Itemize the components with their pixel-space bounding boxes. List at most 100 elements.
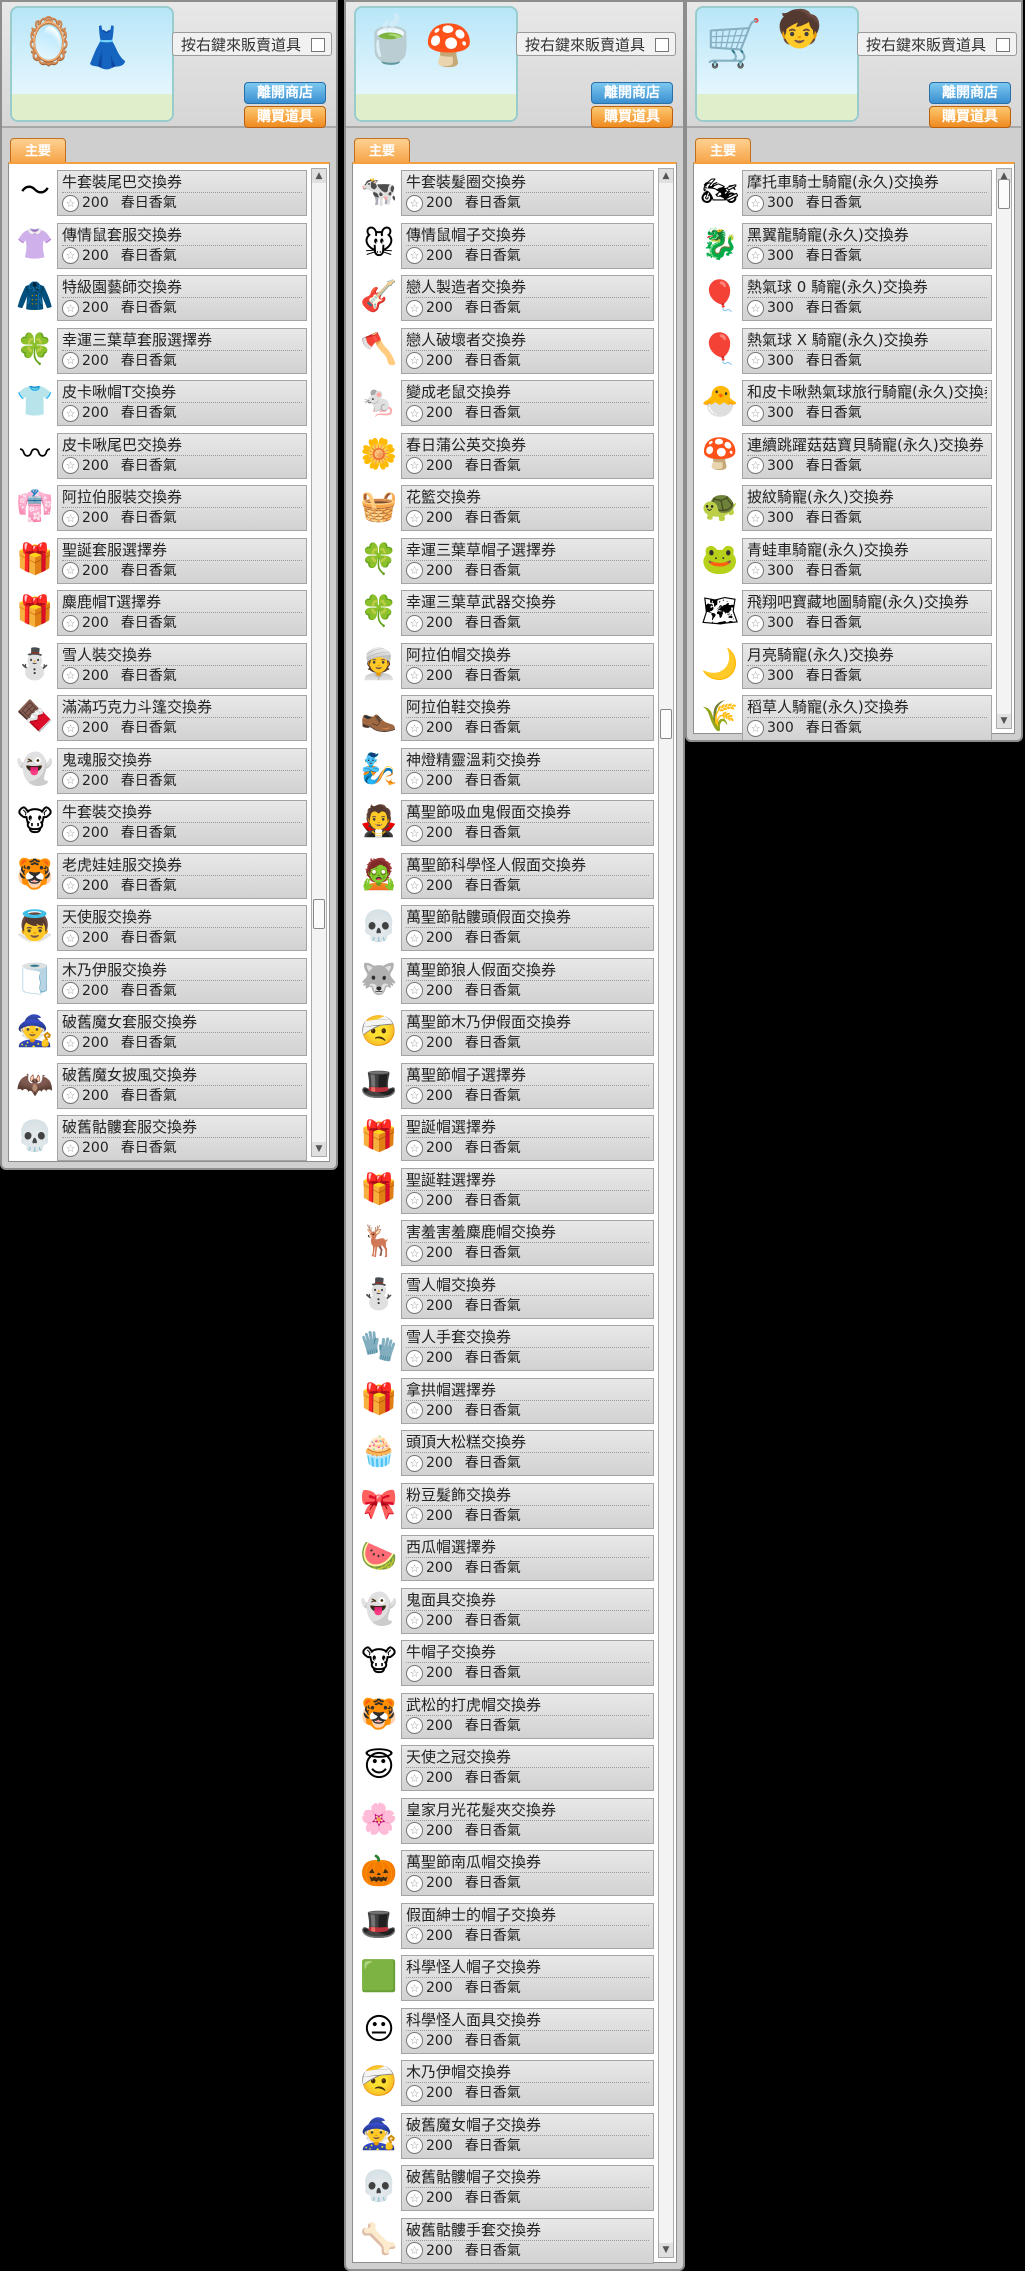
list-item[interactable]: 👻 鬼魂服交換券 ☆ 200 春日香氣 <box>13 746 307 794</box>
list-item[interactable]: 🐁 變成老鼠交換券 ☆ 200 春日香氣 <box>357 378 654 426</box>
list-item[interactable]: 🧺 花籃交換券 ☆ 200 春日香氣 <box>357 483 654 531</box>
list-item[interactable]: 🐢 披紋騎寵(永久)交換券 ☆ 300 春日香氣 <box>698 483 992 531</box>
list-item[interactable]: 🍀 幸運三葉草武器交換券 ☆ 200 春日香氣 <box>357 588 654 636</box>
scroll-down-icon[interactable]: ▼ <box>997 714 1011 728</box>
list-item[interactable]: 🎩 萬聖節帽子選擇券 ☆ 200 春日香氣 <box>357 1061 654 1109</box>
list-item[interactable]: 🐄 牛套裝髮圈交換券 ☆ 200 春日香氣 <box>357 168 654 216</box>
list-item[interactable]: 🧤 雪人手套交換券 ☆ 200 春日香氣 <box>357 1323 654 1371</box>
list-item[interactable]: 💀 萬聖節骷髏頭假面交換券 ☆ 200 春日香氣 <box>357 903 654 951</box>
list-item[interactable]: 🐮 牛帽子交換券 ☆ 200 春日香氣 <box>357 1638 654 1686</box>
exit-shop-button[interactable]: 離開商店 <box>244 82 326 104</box>
list-item[interactable]: 🦴 破舊骷髏手套交換券 ☆ 200 春日香氣 <box>357 2216 654 2264</box>
list-item[interactable]: 🧙 破舊魔女帽子交換券 ☆ 200 春日香氣 <box>357 2111 654 2159</box>
item-body: 木乃伊服交換券 ☆ 200 春日香氣 <box>57 957 307 1004</box>
list-item[interactable]: ⛄ 雪人帽交換券 ☆ 200 春日香氣 <box>357 1271 654 1319</box>
scroll-up-icon[interactable]: ▲ <box>312 169 326 183</box>
list-item[interactable]: 👕 皮卡啾帽T交換券 ☆ 200 春日香氣 <box>13 378 307 426</box>
list-item[interactable]: 🌾 稻草人騎寵(永久)交換券 ☆ 300 春日香氣 <box>698 693 992 740</box>
list-item[interactable]: 🌼 春日蒲公英交換券 ☆ 200 春日香氣 <box>357 431 654 479</box>
list-item[interactable]: 👻 鬼面具交換券 ☆ 200 春日香氣 <box>357 1586 654 1634</box>
list-item[interactable]: 💀 破舊骷髏帽子交換券 ☆ 200 春日香氣 <box>357 2163 654 2211</box>
list-item[interactable]: ⛄ 雪人裝交換券 ☆ 200 春日香氣 <box>13 641 307 689</box>
list-item[interactable]: 🦇 破舊魔女披風交換券 ☆ 200 春日香氣 <box>13 1061 307 1109</box>
list-item[interactable]: 🌸 皇家月光花髮夾交換券 ☆ 200 春日香氣 <box>357 1796 654 1844</box>
scroll-thumb[interactable] <box>313 899 325 929</box>
list-item[interactable]: 〰皮卡啾尾巴交換券 ☆ 200 春日香氣 <box>13 431 307 479</box>
list-item[interactable]: 🧙 破舊魔女套服交換券 ☆ 200 春日香氣 <box>13 1008 307 1056</box>
scroll-thumb[interactable] <box>998 179 1010 209</box>
list-item[interactable]: 🌙 月亮騎寵(永久)交換券 ☆ 300 春日香氣 <box>698 641 992 689</box>
price-value: 200 <box>426 1507 453 1524</box>
list-item[interactable]: 🍀 幸運三葉草套服選擇券 ☆ 200 春日香氣 <box>13 326 307 374</box>
list-item[interactable]: 🤕 木乃伊帽交換券 ☆ 200 春日香氣 <box>357 2058 654 2106</box>
list-item[interactable]: 😐 科學怪人面具交換券 ☆ 200 春日香氣 <box>357 2006 654 2054</box>
list-item[interactable]: 🐣 和皮卡啾熱氣球旅行騎寵(永久)交換券 ☆ 300 春日香氣 <box>698 378 992 426</box>
list-item[interactable]: 🎁 麋鹿帽T選擇券 ☆ 200 春日香氣 <box>13 588 307 636</box>
list-item[interactable]: 🎀 粉豆髮飾交換券 ☆ 200 春日香氣 <box>357 1481 654 1529</box>
list-item[interactable]: 🧻 木乃伊服交換券 ☆ 200 春日香氣 <box>13 956 307 1004</box>
list-item[interactable]: 👳 阿拉伯帽交換券 ☆ 200 春日香氣 <box>357 641 654 689</box>
list-item[interactable]: 🐉 黑翼龍騎寵(永久)交換券 ☆ 300 春日香氣 <box>698 221 992 269</box>
list-item[interactable]: 🍫 滿滿巧克力斗篷交換券 ☆ 200 春日香氣 <box>13 693 307 741</box>
scroll-down-icon[interactable]: ▼ <box>659 2243 673 2257</box>
list-item[interactable]: 🦌 害羞害羞麋鹿帽交換券 ☆ 200 春日香氣 <box>357 1218 654 1266</box>
list-item[interactable]: 🧁 頭頂大松糕交換券 ☆ 200 春日香氣 <box>357 1428 654 1476</box>
list-item[interactable]: 🎁 聖誕帽選擇券 ☆ 200 春日香氣 <box>357 1113 654 1161</box>
list-item[interactable]: 🎁 聖誕套服選擇券 ☆ 200 春日香氣 <box>13 536 307 584</box>
item-icon: ⛄ <box>360 1276 398 1312</box>
list-item[interactable]: 🎈 熱氣球 0 騎寵(永久)交換券 ☆ 300 春日香氣 <box>698 273 992 321</box>
list-item[interactable]: 🐸 青蛙車騎寵(永久)交換券 ☆ 300 春日香氣 <box>698 536 992 584</box>
list-item[interactable]: 🎸 戀人製造者交換券 ☆ 200 春日香氣 <box>357 273 654 321</box>
buy-items-button[interactable]: 購買道具 <box>929 106 1011 128</box>
scroll-up-icon[interactable]: ▲ <box>659 169 673 183</box>
list-item[interactable]: 🐯 武松的打虎帽交換券 ☆ 200 春日香氣 <box>357 1691 654 1739</box>
item-body: 聖誕套服選擇券 ☆ 200 春日香氣 <box>57 537 307 584</box>
list-item[interactable]: 🎈 熱氣球 X 騎寵(永久)交換券 ☆ 300 春日香氣 <box>698 326 992 374</box>
scrollbar[interactable]: ▲ ▼ <box>311 168 327 1157</box>
list-item[interactable]: 🧟 萬聖節科學怪人假面交換券 ☆ 200 春日香氣 <box>357 851 654 899</box>
list-item[interactable]: 👚 傳情鼠套服交換券 ☆ 200 春日香氣 <box>13 221 307 269</box>
list-item[interactable]: 🪓 戀人破壞者交換券 ☆ 200 春日香氣 <box>357 326 654 374</box>
list-item[interactable]: 👞 阿拉伯鞋交換券 ☆ 200 春日香氣 <box>357 693 654 741</box>
sell-hint-checkbox[interactable] <box>996 38 1010 52</box>
list-item[interactable]: 🍉 西瓜帽選擇券 ☆ 200 春日香氣 <box>357 1533 654 1581</box>
list-item[interactable]: 🧥 特級園藝師交換券 ☆ 200 春日香氣 <box>13 273 307 321</box>
list-item[interactable]: 😇 天使之冠交換券 ☆ 200 春日香氣 <box>357 1743 654 1791</box>
scroll-down-icon[interactable]: ▼ <box>312 1142 326 1156</box>
list-item[interactable]: 🐮 牛套裝交換券 ☆ 200 春日香氣 <box>13 798 307 846</box>
sell-hint-checkbox[interactable] <box>655 38 669 52</box>
list-item[interactable]: 🧛 萬聖節吸血鬼假面交換券 ☆ 200 春日香氣 <box>357 798 654 846</box>
list-item[interactable]: 🎁 聖誕鞋選擇券 ☆ 200 春日香氣 <box>357 1166 654 1214</box>
list-item[interactable]: 🍄 連續跳躍菇菇寶貝騎寵(永久)交換券 ☆ 300 春日香氣 <box>698 431 992 479</box>
list-item[interactable]: 🐭 傳情鼠帽子交換券 ☆ 200 春日香氣 <box>357 221 654 269</box>
list-item[interactable]: 〜牛套裝尾巴交換券 ☆ 200 春日香氣 <box>13 168 307 216</box>
list-item[interactable]: 🐯 老虎娃娃服交換券 ☆ 200 春日香氣 <box>13 851 307 899</box>
list-item[interactable]: 🎩 假面紳士的帽子交換券 ☆ 200 春日香氣 <box>357 1901 654 1949</box>
item-name: 戀人破壞者交換券 <box>406 330 649 351</box>
sell-hint-checkbox[interactable] <box>311 38 325 52</box>
list-item[interactable]: 🧞 神燈精靈溫莉交換券 ☆ 200 春日香氣 <box>357 746 654 794</box>
list-item[interactable]: 🎃 萬聖節南瓜帽交換券 ☆ 200 春日香氣 <box>357 1848 654 1896</box>
buy-items-button[interactable]: 購買道具 <box>591 106 673 128</box>
scrollbar[interactable]: ▲ ▼ <box>658 168 674 2258</box>
star-icon: ☆ <box>406 2032 423 2049</box>
list-item[interactable]: 💀 破舊骷髏套服交換券 ☆ 200 春日香氣 <box>13 1113 307 1161</box>
price-value: 200 <box>82 247 109 264</box>
exit-shop-button[interactable]: 離開商店 <box>929 82 1011 104</box>
list-item[interactable]: 🤕 萬聖節木乃伊假面交換券 ☆ 200 春日香氣 <box>357 1008 654 1056</box>
list-item[interactable]: 👘 阿拉伯服裝交換券 ☆ 200 春日香氣 <box>13 483 307 531</box>
exit-shop-button[interactable]: 離開商店 <box>591 82 673 104</box>
item-price: ☆ 300 春日香氣 <box>747 298 862 318</box>
list-item[interactable]: 🍀 幸運三葉草帽子選擇券 ☆ 200 春日香氣 <box>357 536 654 584</box>
sell-hint: 按右鍵來販賣道具 <box>857 32 1017 56</box>
list-item[interactable]: 👼 天使服交換券 ☆ 200 春日香氣 <box>13 903 307 951</box>
buy-items-button[interactable]: 購買道具 <box>244 106 326 128</box>
item-body: 和皮卡啾熱氣球旅行騎寵(永久)交換券 ☆ 300 春日香氣 <box>742 380 992 426</box>
list-item[interactable]: 🎁 拿拱帽選擇券 ☆ 200 春日香氣 <box>357 1376 654 1424</box>
scrollbar[interactable]: ▲ ▼ <box>996 168 1012 729</box>
scroll-thumb[interactable] <box>660 709 672 739</box>
list-item[interactable]: 🟩 科學怪人帽子交換券 ☆ 200 春日香氣 <box>357 1953 654 2001</box>
list-item[interactable]: 🗺 飛翔吧寶藏地圖騎寵(永久)交換券 ☆ 300 春日香氣 <box>698 588 992 636</box>
list-item[interactable]: 🏍 摩托車騎士騎寵(永久)交換券 ☆ 300 春日香氣 <box>698 168 992 216</box>
list-item[interactable]: 🐺 萬聖節狼人假面交換券 ☆ 200 春日香氣 <box>357 956 654 1004</box>
